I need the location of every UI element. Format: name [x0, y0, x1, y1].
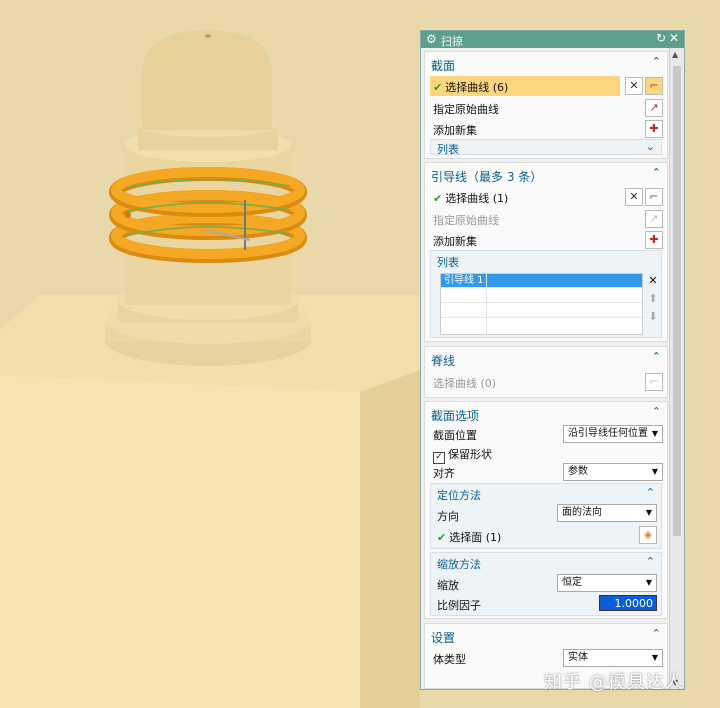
guide-select-curve-label: 选择曲线 (1) — [445, 192, 509, 205]
move-up-icon[interactable]: ⬆ — [645, 291, 661, 307]
guide-specify-origin-label: 指定原始曲线 — [433, 214, 499, 227]
scale-method-title: 缩放方法 — [437, 558, 481, 571]
guide-add-new-set-label: 添加新集 — [433, 235, 477, 248]
close-icon[interactable]: ✕ — [669, 31, 679, 45]
gear-icon[interactable]: ⚙ — [426, 32, 437, 46]
base-block-front — [0, 375, 360, 708]
guide-add-new-set-row[interactable]: 添加新集 — [430, 230, 662, 250]
sweep-dialog[interactable]: ⚙ 扫掠 ↻ ✕ ▲ ▼ 截面 ⌃ ✔ 选择曲线 (6) ✕ ⌐ 指定原始曲线 ↗… — [420, 30, 685, 690]
curve-rule-icon[interactable]: ⌐ — [645, 188, 663, 206]
section-options-group: 截面选项 ⌃ 截面位置 沿引导线任何位置 ▼ ✓ 保留形状 对齐 参数 ▼ 定位方法 … — [424, 401, 668, 619]
add-set-icon[interactable]: ✚ — [645, 231, 663, 249]
orient-method-panel: 定位方法 ⌃ 方向 面的法向 ▼ ✔ 选择面 (1) ◈ — [430, 483, 662, 549]
section-select-curve-row[interactable]: ✔ 选择曲线 (6) — [430, 76, 620, 96]
origin-curve-icon: ↗ — [645, 210, 663, 228]
chevron-down-icon[interactable]: ⌄ — [646, 140, 655, 153]
settings-group-title: 设置 — [431, 631, 456, 645]
chevron-down-icon: ▼ — [645, 578, 652, 587]
scale-label: 缩放 — [437, 579, 459, 592]
dialog-title: 扫掠 — [441, 35, 463, 48]
align-select[interactable]: 参数 ▼ — [563, 463, 663, 481]
body-type-select[interactable]: 实体 ▼ — [563, 649, 663, 667]
scale-method-panel: 缩放方法 ⌃ 缩放 恒定 ▼ 比例因子 1.0000 — [430, 552, 662, 616]
reset-icon[interactable]: ↻ — [656, 31, 666, 45]
dialog-title-bar[interactable]: ⚙ 扫掠 ↻ ✕ — [421, 31, 684, 48]
deselect-icon[interactable]: ✕ — [625, 77, 643, 95]
chevron-down-icon: ▼ — [651, 429, 658, 438]
scale-factor-input[interactable]: 1.0000 — [599, 595, 657, 611]
spine-group-title: 脊线 — [431, 354, 456, 368]
guide-list-table[interactable]: 引导线 1 — [440, 273, 643, 335]
section-group-title: 截面 — [431, 59, 456, 73]
section-list-label: 列表 — [437, 143, 459, 156]
spine-select-curve-row[interactable]: 选择曲线 (0) — [430, 372, 662, 392]
check-icon: ✔ — [433, 192, 443, 205]
section-add-new-set-row[interactable]: 添加新集 — [430, 119, 662, 139]
curve-rule-icon[interactable]: ⌐ — [645, 373, 663, 391]
spine-group: 脊线 ⌃ 选择曲线 (0) ⌐ — [424, 346, 668, 398]
chevron-up-icon[interactable]: ⌃ — [646, 486, 655, 499]
check-icon: ✔ — [437, 531, 447, 544]
section-add-new-set-label: 添加新集 — [433, 124, 477, 137]
direction-label: 方向 — [437, 510, 459, 523]
cube-icon[interactable]: ◈ — [639, 526, 657, 544]
curve-rule-icon[interactable]: ⌐ — [645, 77, 663, 95]
guide-list-label: 列表 — [437, 256, 459, 269]
chevron-up-icon[interactable]: ⌃ — [652, 350, 661, 363]
preserve-shape-row[interactable]: ✓ 保留形状 — [430, 443, 662, 464]
chevron-up-icon[interactable]: ⌃ — [652, 405, 661, 418]
guide-group-title: 引导线（最多 3 条） — [431, 170, 543, 184]
chevron-up-icon[interactable]: ⌃ — [652, 627, 661, 640]
deselect-icon[interactable]: ✕ — [625, 188, 643, 206]
dialog-scrollbar[interactable]: ▲ ▼ — [669, 48, 684, 689]
scroll-up-icon[interactable]: ▲ — [672, 50, 678, 59]
select-face-row[interactable]: ✔ 选择面 (1) — [437, 529, 501, 545]
section-specify-origin-row[interactable]: 指定原始曲线 — [430, 98, 662, 118]
chevron-down-icon: ▼ — [651, 653, 658, 662]
chevron-down-icon: ▼ — [645, 508, 652, 517]
chevron-up-icon[interactable]: ⌃ — [652, 166, 661, 179]
select-face-label: 选择面 (1) — [449, 531, 502, 544]
base-block-side — [360, 370, 420, 708]
guide-list-panel: 列表 引导线 1 ✕ ⬆ ⬇ — [430, 250, 662, 338]
section-position-select[interactable]: 沿引导线任何位置 ▼ — [563, 425, 663, 443]
section-group: 截面 ⌃ ✔ 选择曲线 (6) ✕ ⌐ 指定原始曲线 ↗ 添加新集 ✚ 列表 ⌄ — [424, 51, 668, 159]
check-icon: ✔ — [433, 81, 443, 94]
section-position-label: 截面位置 — [433, 429, 477, 442]
chevron-up-icon[interactable]: ⌃ — [646, 555, 655, 568]
section-options-title: 截面选项 — [431, 409, 480, 423]
direction-select[interactable]: 面的法向 ▼ — [557, 504, 657, 522]
scale-factor-label: 比例因子 — [437, 599, 481, 612]
guide-specify-origin-row: 指定原始曲线 — [430, 209, 662, 229]
add-set-icon[interactable]: ✚ — [645, 120, 663, 138]
chevron-down-icon: ▼ — [651, 467, 658, 476]
table-row[interactable] — [441, 319, 642, 333]
table-row[interactable]: 引导线 1 — [441, 274, 642, 288]
body-type-label: 体类型 — [433, 653, 466, 666]
table-row[interactable] — [441, 304, 642, 318]
guide-group: 引导线（最多 3 条） ⌃ ✔ 选择曲线 (1) ✕ ⌐ 指定原始曲线 ↗ 添加新… — [424, 162, 668, 342]
watermark: 知乎 @模具达人 — [544, 672, 684, 693]
remove-icon[interactable]: ✕ — [645, 273, 661, 289]
move-down-icon[interactable]: ⬇ — [645, 309, 661, 325]
table-row[interactable] — [441, 289, 642, 303]
section-specify-origin-label: 指定原始曲线 — [433, 103, 499, 116]
preserve-shape-label: 保留形状 — [448, 448, 492, 461]
chevron-up-icon[interactable]: ⌃ — [652, 55, 661, 68]
spine-select-curve-label: 选择曲线 (0) — [433, 377, 497, 390]
scale-select[interactable]: 恒定 ▼ — [557, 574, 657, 592]
scroll-thumb[interactable] — [673, 66, 681, 536]
section-list-toggle[interactable]: 列表 ⌄ — [430, 139, 662, 156]
orient-method-title: 定位方法 — [437, 489, 481, 502]
section-select-curve-label: 选择曲线 (6) — [445, 81, 509, 94]
dome-top — [142, 30, 272, 130]
align-label: 对齐 — [433, 467, 455, 480]
origin-curve-icon[interactable]: ↗ — [645, 99, 663, 117]
